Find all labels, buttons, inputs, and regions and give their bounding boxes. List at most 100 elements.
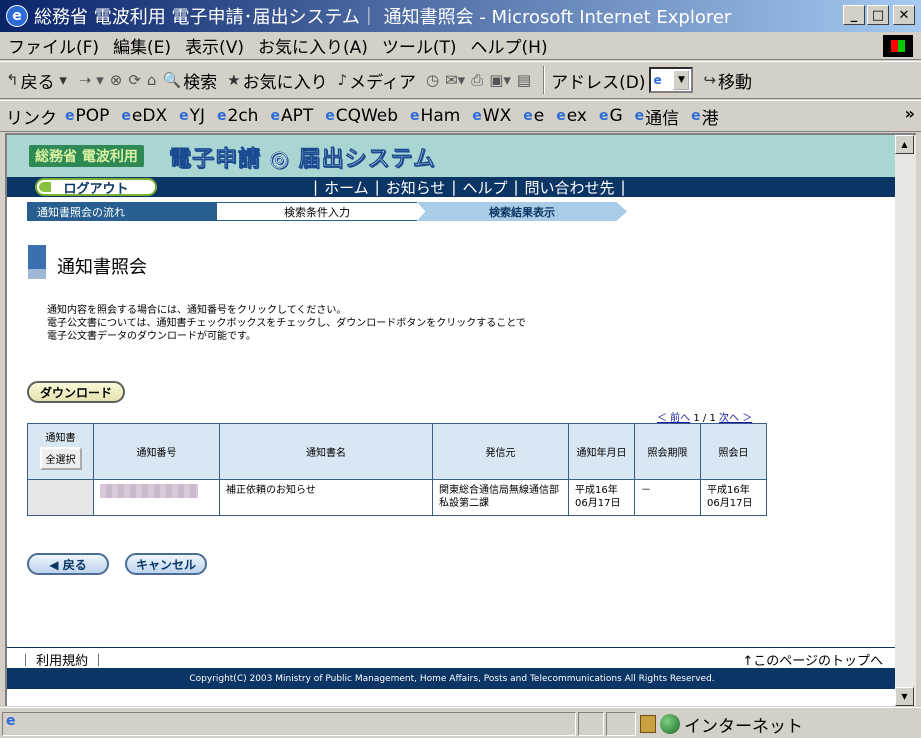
page-top-link[interactable]: ↑このページのトップへ (742, 650, 883, 669)
scroll-down-icon[interactable]: ▼ (895, 687, 914, 706)
redacted-notice-number[interactable] (100, 484, 198, 498)
site-header: 総務省 電波利用 電子申請 ◎ 届出システム (7, 135, 895, 177)
col-notice: 通知書 全選択 (27, 423, 94, 480)
col-deadline: 照会期限 (634, 423, 701, 480)
link-icon: e (634, 108, 645, 124)
notice-number-cell[interactable] (93, 479, 220, 516)
address-dropdown-icon[interactable]: ▼ (673, 70, 690, 90)
back-button[interactable]: ◀ 戻る (27, 553, 109, 575)
link-yj[interactable]: e YJ (179, 106, 205, 126)
go-button[interactable]: ↪ 移動 (703, 68, 752, 93)
forward-button[interactable]: ➝ ▾ (79, 71, 104, 89)
notice-checkbox-cell[interactable] (27, 479, 94, 516)
menu-edit[interactable]: 編集(E) (113, 33, 171, 58)
link-icon: e (217, 108, 227, 124)
zone-indicator: インターネット (640, 712, 803, 737)
close-button[interactable]: ✕ (893, 5, 915, 25)
col-inquiry-date: 照会日 (700, 423, 767, 480)
nav-contact[interactable]: 問い合わせ先 (525, 177, 615, 198)
link-icon: e (523, 108, 533, 124)
ie-icon: e (6, 5, 28, 27)
link-cqweb[interactable]: e CQWeb (325, 106, 398, 126)
cancel-button[interactable]: キャンセル (125, 553, 207, 575)
search-toolbar-button[interactable]: 🔍 検索 (162, 68, 217, 93)
lock-icon (640, 715, 656, 733)
link-apt[interactable]: e APT (270, 106, 313, 126)
col-notice-date: 通知年月日 (568, 423, 635, 480)
history-icon: ◷ (425, 71, 440, 89)
select-all-button[interactable]: 全選択 (39, 447, 82, 470)
system-logo: 電子申請 ◎ 届出システム (169, 147, 436, 173)
link-ham[interactable]: e Ham (410, 106, 460, 126)
page-description: 通知内容を照会する場合には、通知番号をクリックしてください。 電子公文書について… (47, 305, 526, 342)
print-icon: ⎙ (471, 71, 484, 89)
toolbar: ↰ 戻る ▾ ➝ ▾ ⊗ ⟳ ⌂ 🔍 検索 ★ お気に入り ♪ メディア ◷ ✉… (0, 61, 921, 99)
inquiry-date-cell: 平成16年 06月17日 (700, 479, 767, 516)
media-toolbar-button[interactable]: ♪ メディア (338, 68, 416, 93)
home-button[interactable]: ⌂ (147, 71, 157, 89)
logout-bar-icon (39, 182, 51, 192)
link-e[interactable]: ee (523, 106, 544, 126)
window-title: 総務省 電波利用 電子申請･届出システム｜ 通知書照会 - Microsoft … (34, 7, 732, 28)
discuss-button[interactable]: ▤ (517, 71, 531, 89)
notice-date-cell: 平成16年 06月17日 (568, 479, 635, 516)
ie-page-icon: e (653, 73, 662, 87)
stop-icon: ⊗ (109, 71, 123, 89)
media-icon: ♪ (337, 71, 348, 89)
print-button[interactable]: ⎙ (471, 71, 483, 89)
mail-button[interactable]: ✉▾ (445, 71, 465, 89)
link-tsushin[interactable]: e 通信 (635, 104, 680, 129)
link-2ch[interactable]: e 2ch (217, 106, 258, 126)
status-panel (606, 712, 636, 736)
link-ex[interactable]: e ex (556, 106, 587, 126)
links-bar: リンク e POP e eDX e YJ e 2ch e APT e CQWeb e Ham … (0, 100, 921, 132)
link-icon: e (556, 108, 566, 124)
link-g[interactable]: eG (599, 106, 623, 126)
link-wx[interactable]: e WX (472, 106, 511, 126)
nav-news[interactable]: お知らせ (386, 177, 446, 198)
edit-button[interactable]: ▣▾ (489, 71, 511, 89)
maximize-button[interactable]: □ (867, 5, 889, 25)
address-input[interactable]: e ▼ (649, 67, 694, 93)
results-table: 通知書 全選択 通知番号 通知書名 発信元 通知年月日 照会期限 照会日 補正依… (27, 423, 767, 516)
menu-tools[interactable]: ツール(T) (382, 33, 457, 58)
table-header-row: 通知書 全選択 通知番号 通知書名 発信元 通知年月日 照会期限 照会日 (27, 423, 767, 480)
terms-link[interactable]: ｜ 利用規約 ｜ (19, 650, 105, 669)
forward-arrow-icon: ➝ ▾ (78, 71, 104, 89)
nav-home[interactable]: ホーム (324, 177, 369, 198)
chevron-right-icon[interactable]: » (905, 104, 915, 123)
link-icon: e (179, 108, 189, 124)
link-icon: e (472, 108, 482, 124)
nav-help[interactable]: ヘルプ (462, 177, 507, 198)
link-edx[interactable]: e eDX (121, 106, 167, 126)
mail-icon: ✉▾ (445, 71, 466, 89)
vertical-scrollbar[interactable]: ▲ ▼ (895, 133, 916, 706)
refresh-button[interactable]: ⟳ (128, 71, 141, 89)
refresh-icon: ⟳ (128, 71, 141, 89)
flow-step-results: 検索結果表示 (417, 202, 627, 221)
favorites-toolbar-button[interactable]: ★ お気に入り (227, 68, 327, 93)
menu-favorites[interactable]: お気に入り(A) (258, 33, 368, 58)
menu-help[interactable]: ヘルプ(H) (471, 33, 548, 58)
menu-view[interactable]: 表示(V) (185, 33, 244, 58)
download-button[interactable]: ダウンロード (27, 381, 125, 403)
col-notice-number: 通知番号 (93, 423, 220, 480)
copyright: Copyright(C) 2003 Ministry of Public Man… (7, 668, 895, 689)
go-arrow-icon: ↪ (703, 71, 717, 89)
favorites-icon: ★ (227, 71, 241, 89)
history-button[interactable]: ◷ (426, 71, 439, 89)
link-pop[interactable]: e POP (65, 106, 109, 126)
footer-divider (7, 647, 895, 648)
deadline-cell: － (634, 479, 701, 516)
scroll-up-icon[interactable]: ▲ (895, 135, 914, 154)
link-minato[interactable]: e港 (691, 104, 719, 129)
menu-file[interactable]: ファイル(F) (8, 33, 99, 58)
status-panel (578, 712, 604, 736)
back-toolbar-button[interactable]: ↰ 戻る ▾ (6, 68, 69, 93)
windows-logo-icon (883, 35, 913, 57)
minimize-button[interactable]: _ (843, 5, 865, 25)
title-marker (28, 245, 46, 279)
menu-bar: ファイル(F) 編集(E) 表示(V) お気に入り(A) ツール(T) ヘルプ(… (0, 32, 921, 60)
stop-button[interactable]: ⊗ (110, 71, 123, 89)
logout-button[interactable]: ログアウト (35, 178, 157, 197)
